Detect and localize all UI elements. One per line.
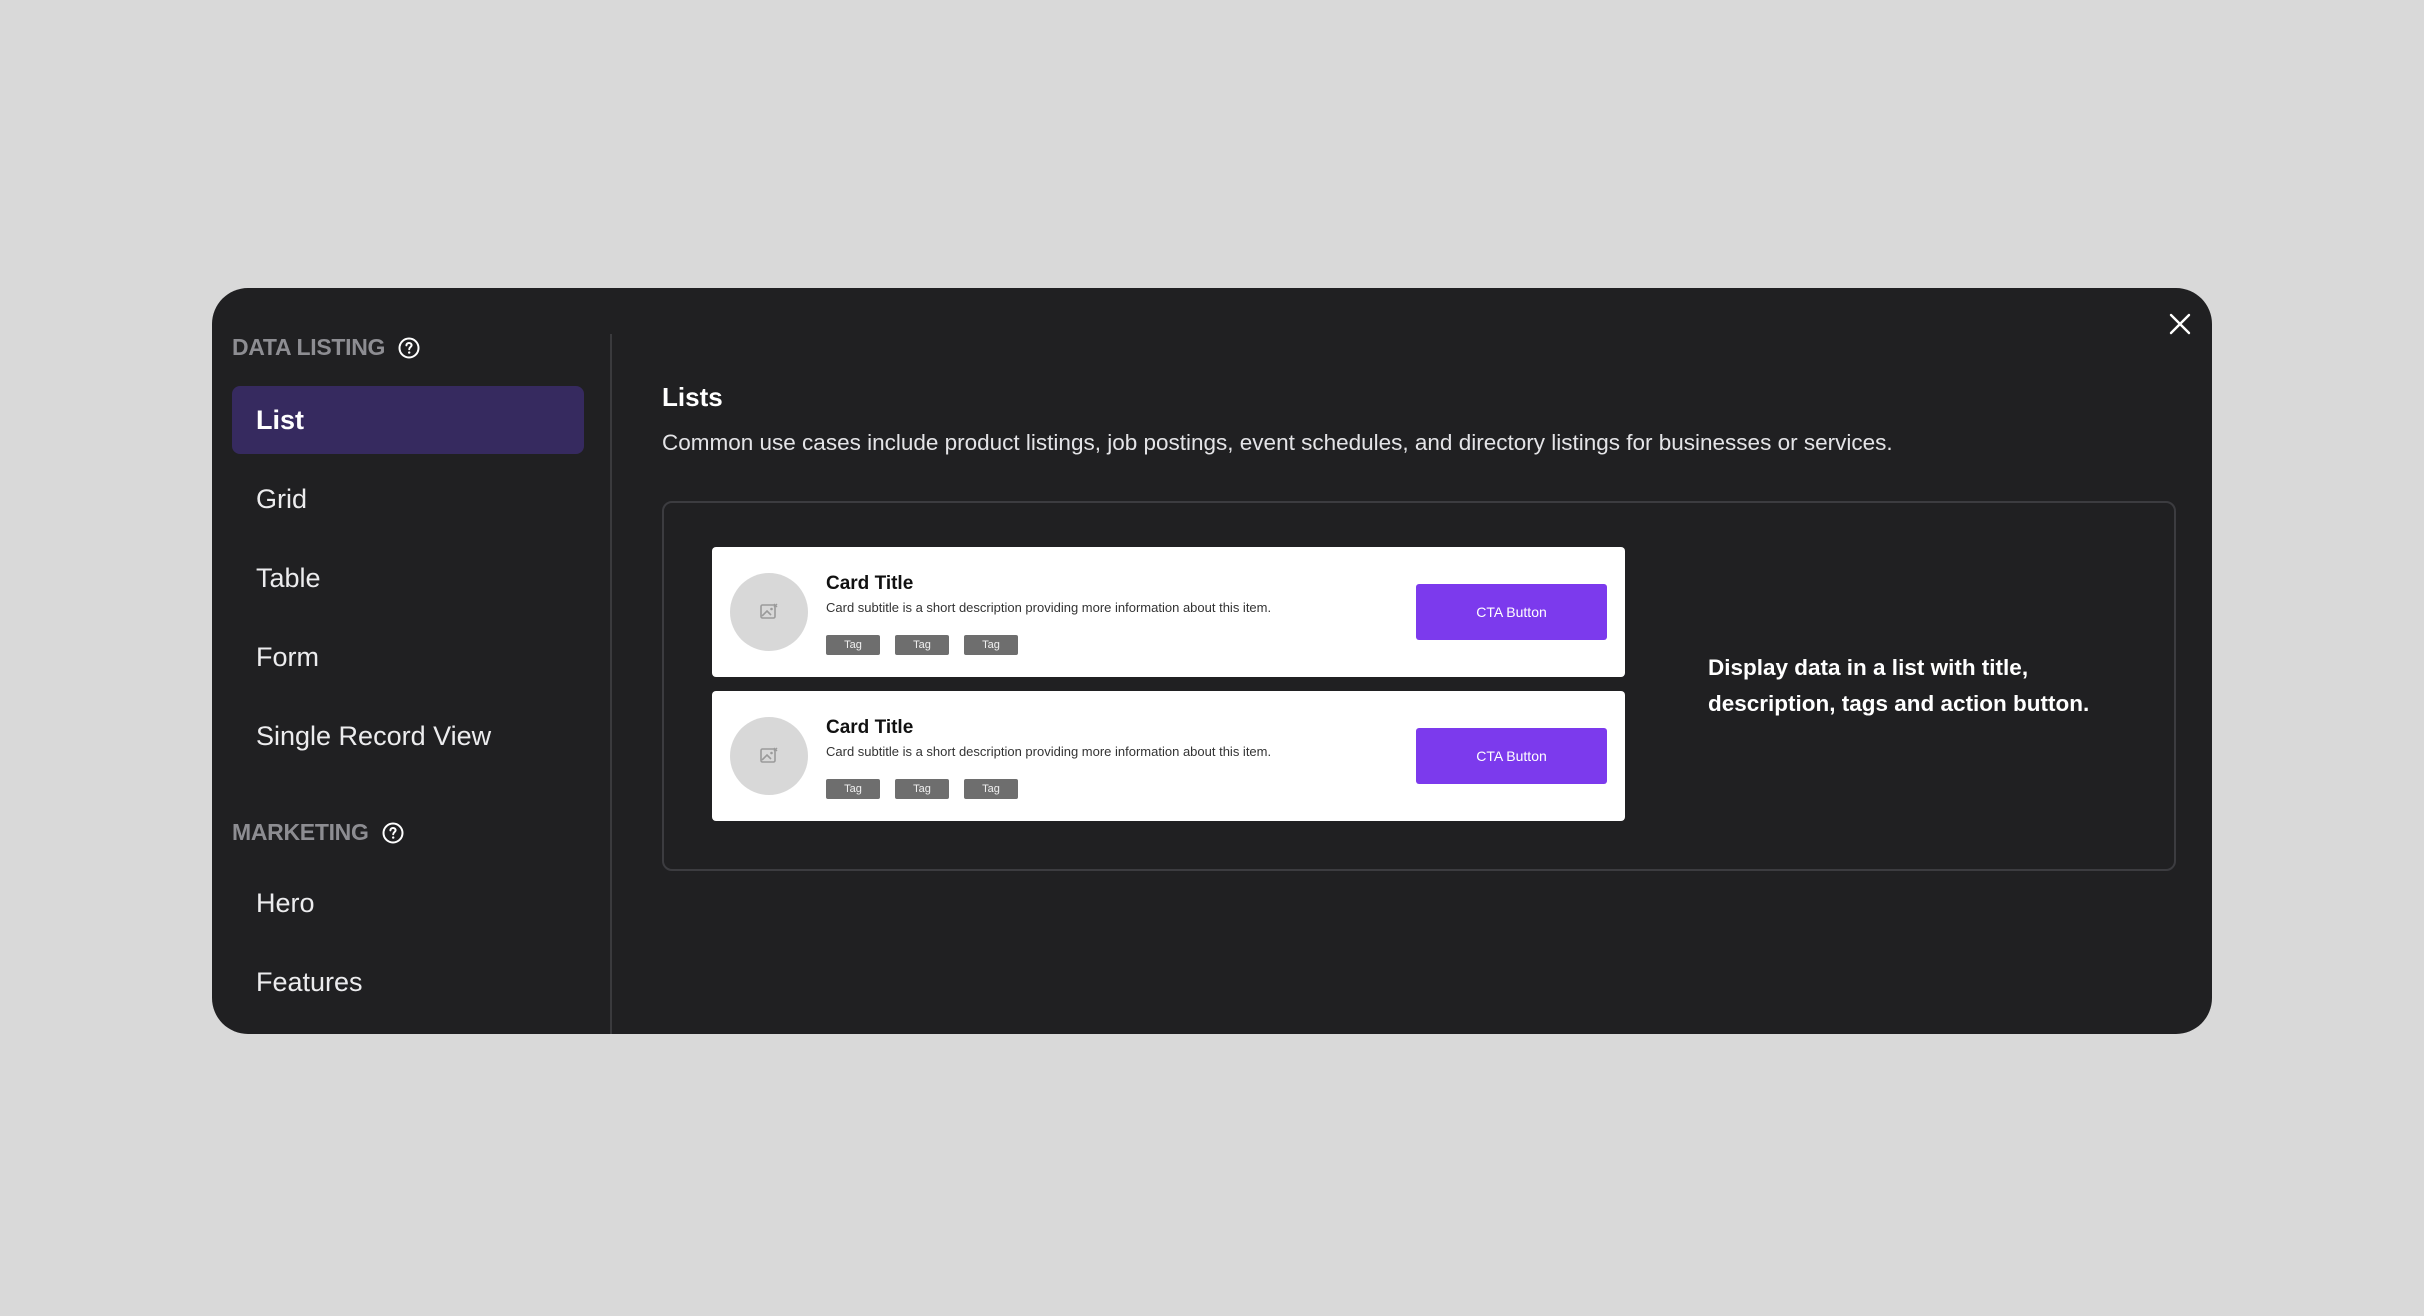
card-subtitle: Card subtitle is a short description pro… bbox=[826, 744, 1272, 759]
sidebar: DATA LISTING List Grid Table Form Single… bbox=[232, 334, 610, 1034]
card-title: Card Title bbox=[826, 573, 914, 594]
sidebar-item-form[interactable]: Form bbox=[232, 623, 584, 691]
close-icon bbox=[2169, 313, 2191, 335]
cta-button[interactable]: CTA Button bbox=[1416, 728, 1607, 784]
sidebar-item-label: Form bbox=[256, 641, 319, 672]
image-placeholder-icon bbox=[760, 603, 778, 619]
image-placeholder-icon bbox=[760, 747, 778, 763]
preview-card: Card Title Card subtitle is a short desc… bbox=[712, 547, 1625, 677]
card-tags: Tag Tag Tag bbox=[826, 635, 1018, 655]
help-circle-icon[interactable] bbox=[381, 821, 405, 845]
section-title: DATA LISTING bbox=[232, 334, 386, 360]
preview-card: Card Title Card subtitle is a short desc… bbox=[712, 691, 1625, 821]
card-avatar bbox=[730, 573, 808, 651]
card-tag: Tag bbox=[826, 779, 880, 799]
sidebar-item-label: Table bbox=[256, 562, 321, 593]
section-title: MARKETING bbox=[232, 819, 369, 845]
content-title: Lists bbox=[662, 382, 723, 412]
card-title: Card Title bbox=[826, 717, 914, 738]
sidebar-item-label: Grid bbox=[256, 483, 308, 514]
preview-caption: Display data in a list with title, descr… bbox=[1708, 655, 2090, 716]
card-avatar bbox=[730, 717, 808, 795]
sidebar-item-grid[interactable]: Grid bbox=[232, 465, 584, 533]
section-header-data-listing: DATA LISTING bbox=[232, 334, 421, 361]
sidebar-item-hero[interactable]: Hero bbox=[232, 869, 584, 937]
card-tags: Tag Tag Tag bbox=[826, 779, 1018, 799]
close-button[interactable] bbox=[2156, 300, 2204, 348]
sidebar-item-features[interactable]: Features bbox=[232, 948, 584, 1016]
card-tag: Tag bbox=[964, 635, 1018, 655]
card-tag: Tag bbox=[826, 635, 880, 655]
card-subtitle: Card subtitle is a short description pro… bbox=[826, 600, 1272, 615]
sidebar-divider bbox=[610, 334, 612, 1034]
card-tag: Tag bbox=[895, 635, 949, 655]
card-tag: Tag bbox=[964, 779, 1018, 799]
card-tag: Tag bbox=[895, 779, 949, 799]
help-circle-icon[interactable] bbox=[397, 336, 421, 360]
content-description: Common use cases include product listing… bbox=[662, 430, 1893, 455]
section-header-marketing: MARKETING bbox=[232, 819, 405, 846]
sidebar-item-label: List bbox=[256, 404, 305, 435]
sidebar-item-table[interactable]: Table bbox=[232, 544, 584, 612]
cta-button[interactable]: CTA Button bbox=[1416, 584, 1607, 640]
sidebar-item-label: Hero bbox=[256, 887, 315, 918]
sidebar-item-single-record-view[interactable]: Single Record View bbox=[232, 702, 584, 770]
sidebar-item-label: Features bbox=[256, 966, 363, 997]
sidebar-item-list[interactable]: List bbox=[232, 386, 584, 454]
sidebar-item-label: Single Record View bbox=[256, 720, 492, 751]
